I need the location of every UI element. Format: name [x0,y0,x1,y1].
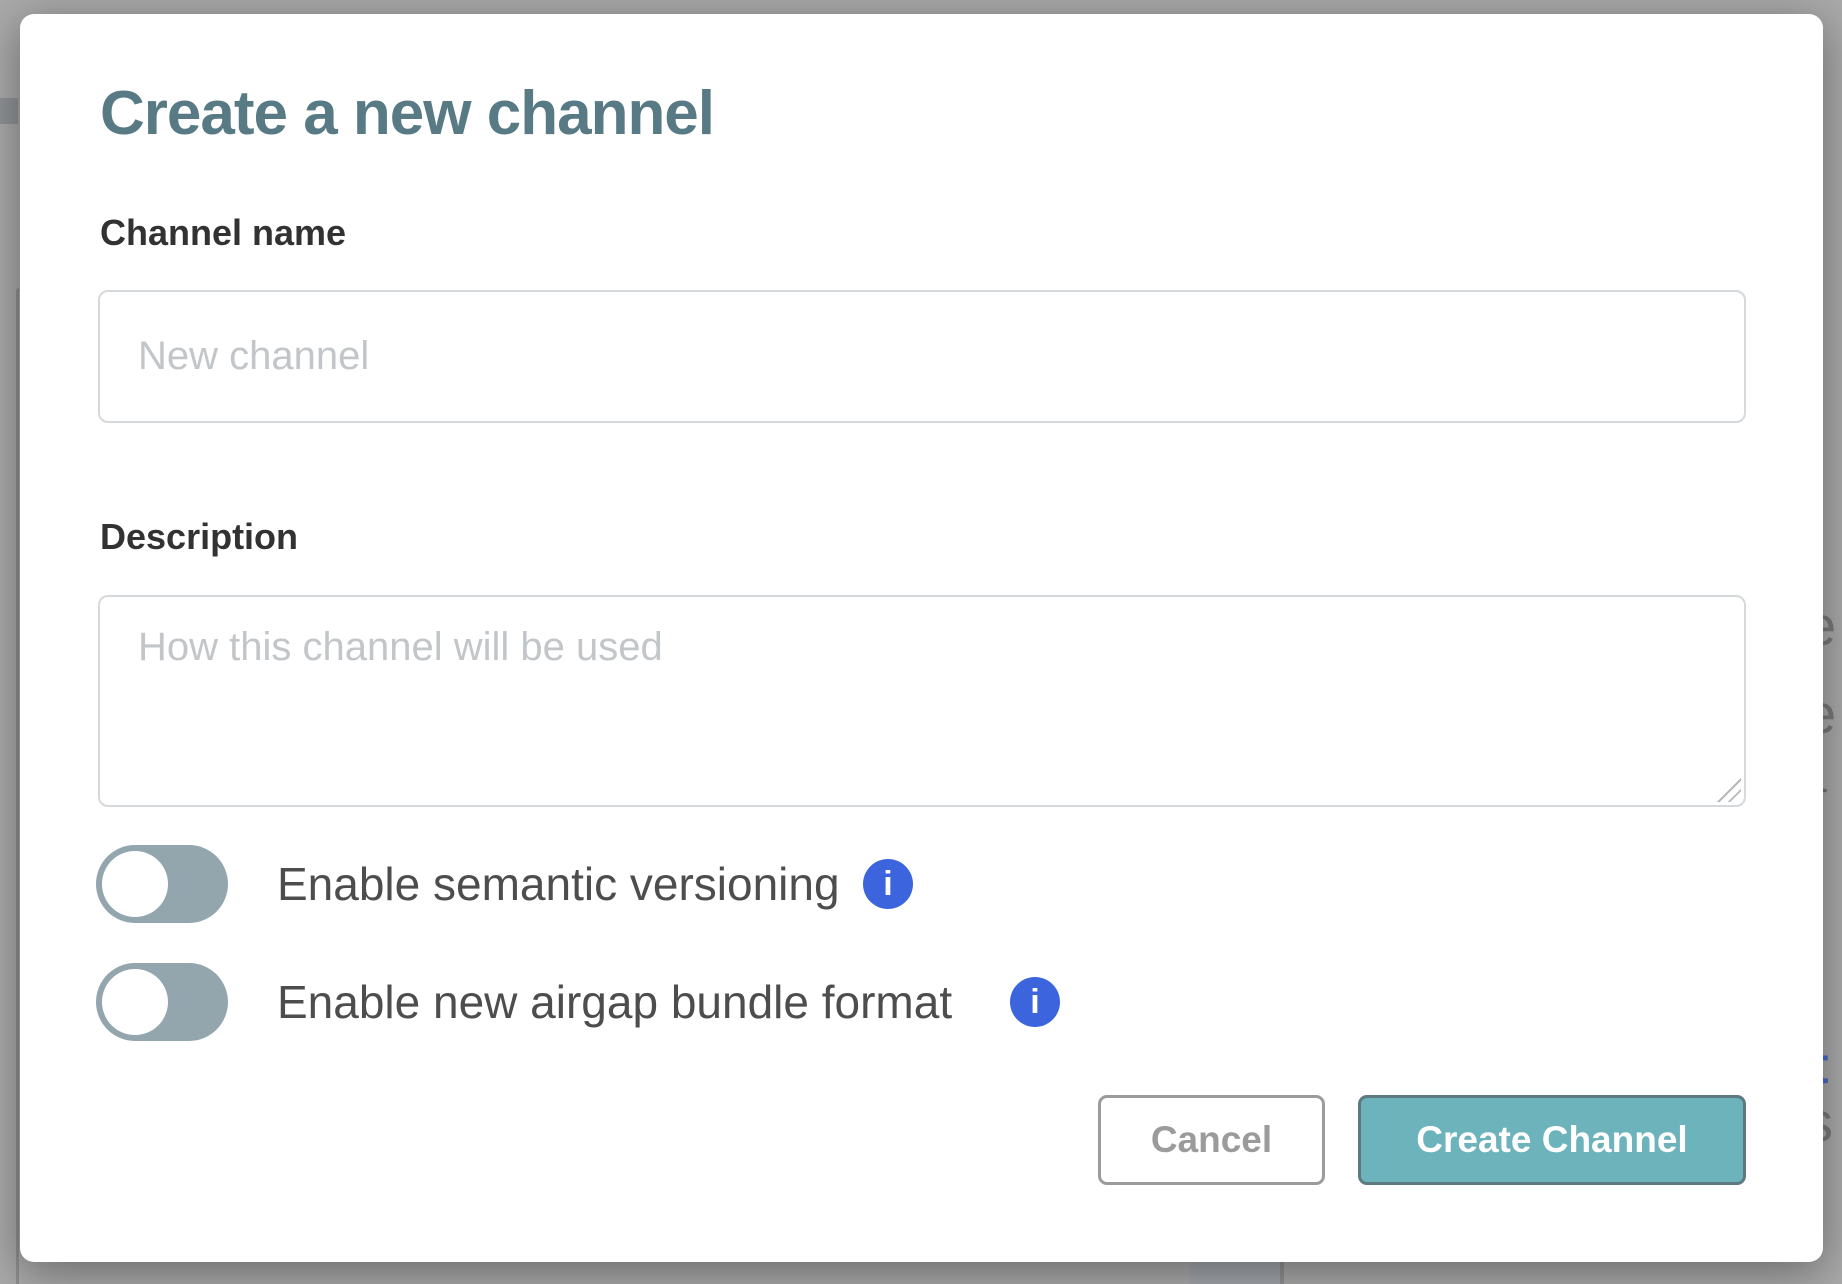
info-icon[interactable]: i [863,859,913,909]
channel-name-label: Channel name [100,212,346,254]
description-label: Description [100,516,298,558]
modal-title: Create a new channel [100,78,714,149]
semantic-versioning-toggle[interactable] [96,845,228,923]
description-textarea[interactable] [98,595,1746,807]
channel-name-input[interactable] [98,290,1746,423]
dimmed-table-cell [1190,1262,1280,1284]
toggle-knob [102,851,168,917]
airgap-bundle-toggle[interactable] [96,963,228,1041]
description-field-wrap [98,595,1746,807]
info-icon[interactable]: i [1010,977,1060,1027]
create-channel-button[interactable]: Create Channel [1358,1095,1746,1185]
cancel-button[interactable]: Cancel [1098,1095,1325,1185]
screen: e e ia l tt s Create a new channel Chann… [0,0,1842,1284]
semantic-versioning-label: Enable semantic versioning [277,857,840,911]
airgap-bundle-label: Enable new airgap bundle format [277,975,952,1029]
toggle-knob [102,969,168,1035]
dimmed-page-edge [0,98,18,124]
dimmed-table-divider [1280,1262,1284,1284]
resize-handle-icon[interactable] [1717,778,1741,802]
create-channel-modal: Create a new channel Channel name Descri… [20,14,1823,1262]
dimmed-panel-border [16,288,19,1284]
